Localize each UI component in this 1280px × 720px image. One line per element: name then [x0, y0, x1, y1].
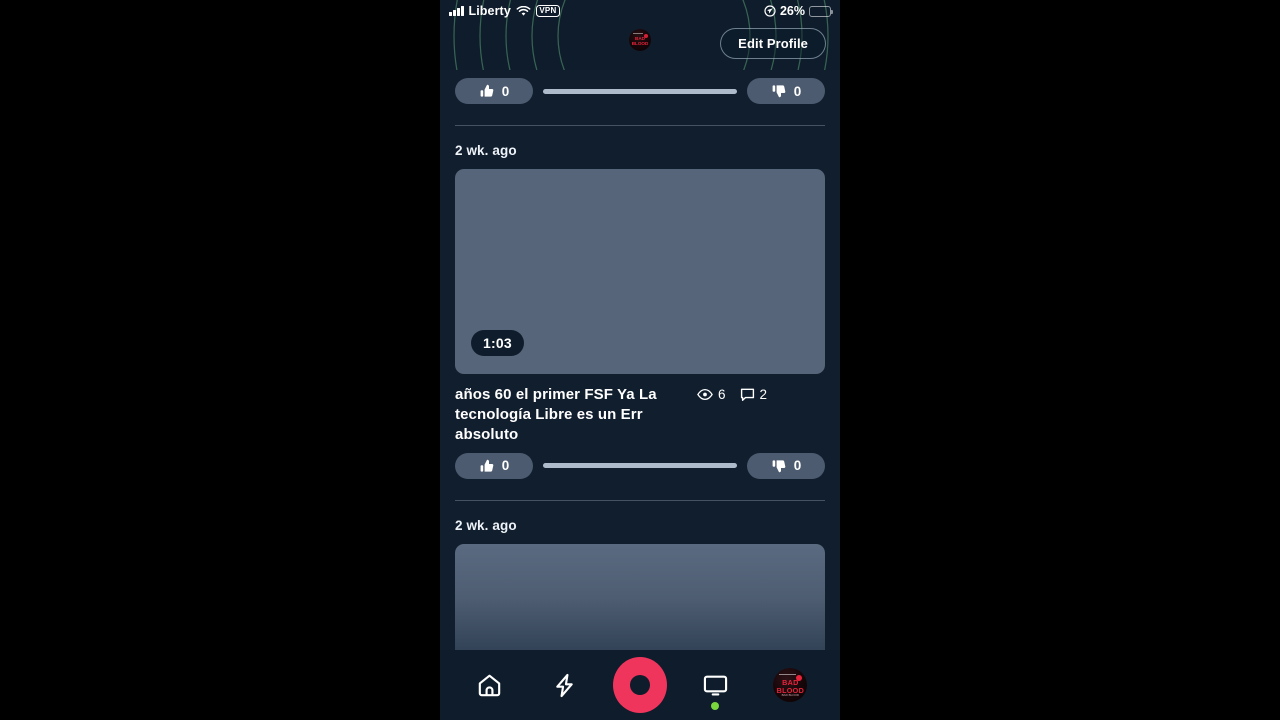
avatar-subtitle: BAD BLOOD	[781, 693, 800, 697]
like-count: 0	[501, 83, 510, 99]
like-button[interactable]: 0	[455, 452, 533, 479]
status-bar-left: Liberty VPN	[449, 4, 560, 18]
vpn-badge: VPN	[535, 5, 560, 17]
comment-count: 2	[759, 387, 768, 402]
dislike-count: 0	[793, 458, 802, 474]
dislike-button[interactable]: 0	[747, 78, 825, 104]
battery-icon	[809, 5, 834, 17]
carrier-label: Liberty	[468, 4, 511, 18]
location-arrow-icon	[764, 5, 776, 17]
comment-bubble-icon	[740, 388, 754, 401]
nav-item-record[interactable]	[612, 657, 667, 713]
eye-icon	[697, 388, 713, 401]
nav-item-live[interactable]	[688, 658, 742, 712]
dislike-button[interactable]: 0	[747, 452, 825, 479]
item-timestamp: 2 wk. ago	[455, 517, 517, 533]
video-title[interactable]: años 60 el primer FSF Ya La tecnología L…	[455, 385, 687, 445]
thumbs-down-icon	[772, 85, 786, 98]
thumbs-up-icon	[480, 84, 494, 97]
record-button-icon[interactable]	[612, 657, 667, 713]
status-bar: Liberty VPN 26%	[440, 0, 840, 22]
video-feed: 0 0 2 wk. ago 1:03 años 60 el primer FSF…	[440, 70, 840, 664]
profile-avatar[interactable]: BAD BLOOD	[629, 29, 651, 51]
monitor-icon	[703, 675, 727, 696]
lightning-bolt-icon	[556, 673, 574, 697]
profile-header: Liberty VPN 26% BAD BLOOD Edit Profile	[440, 0, 840, 70]
battery-percent-label: 26%	[779, 4, 805, 18]
dislike-count: 0	[793, 83, 802, 99]
video-duration-badge: 1:03	[471, 330, 524, 356]
comment-count-stat: 2	[740, 387, 768, 402]
item-meta-row: años 60 el primer FSF Ya La tecnología L…	[455, 374, 825, 445]
rating-bar: 0 0	[455, 70, 825, 104]
view-count: 6	[718, 387, 726, 402]
like-count: 0	[501, 458, 510, 474]
bottom-navigation: BAD BLOOD BAD BLOOD	[440, 650, 840, 720]
signal-bars-icon	[449, 6, 464, 16]
home-icon	[478, 674, 501, 696]
like-button[interactable]: 0	[455, 78, 533, 104]
avatar-line-2: BLOOD	[631, 40, 649, 46]
rating-track	[543, 88, 737, 94]
video-stats: 6 2	[697, 385, 767, 402]
feed-item[interactable]: 2 wk. ago 1:03 años 60 el primer FSF Ya …	[455, 126, 825, 479]
status-bar-right: 26%	[764, 4, 834, 18]
account-avatar-icon[interactable]: BAD BLOOD BAD BLOOD	[773, 668, 808, 702]
thumbs-down-icon	[772, 460, 786, 472]
view-count-stat: 6	[697, 387, 726, 402]
phone-viewport: Liberty VPN 26% BAD BLOOD Edit Profile 0…	[440, 0, 840, 720]
nav-item-account[interactable]: BAD BLOOD BAD BLOOD	[763, 658, 817, 712]
video-thumbnail[interactable]: 1:03	[455, 169, 825, 374]
nav-item-trending[interactable]	[538, 658, 592, 712]
screenshot-stage: Liberty VPN 26% BAD BLOOD Edit Profile 0…	[0, 0, 1280, 720]
live-status-dot	[711, 702, 720, 710]
rating-bar: 0 0	[455, 445, 825, 479]
edit-profile-button[interactable]: Edit Profile	[720, 28, 826, 59]
nav-item-home[interactable]	[463, 658, 517, 712]
feed-item[interactable]: 2 wk. ago	[455, 501, 825, 664]
wifi-icon	[516, 5, 531, 16]
item-timestamp: 2 wk. ago	[455, 143, 517, 158]
video-thumbnail[interactable]	[455, 543, 825, 664]
thumbs-up-icon	[480, 459, 494, 472]
rating-track	[543, 463, 737, 469]
